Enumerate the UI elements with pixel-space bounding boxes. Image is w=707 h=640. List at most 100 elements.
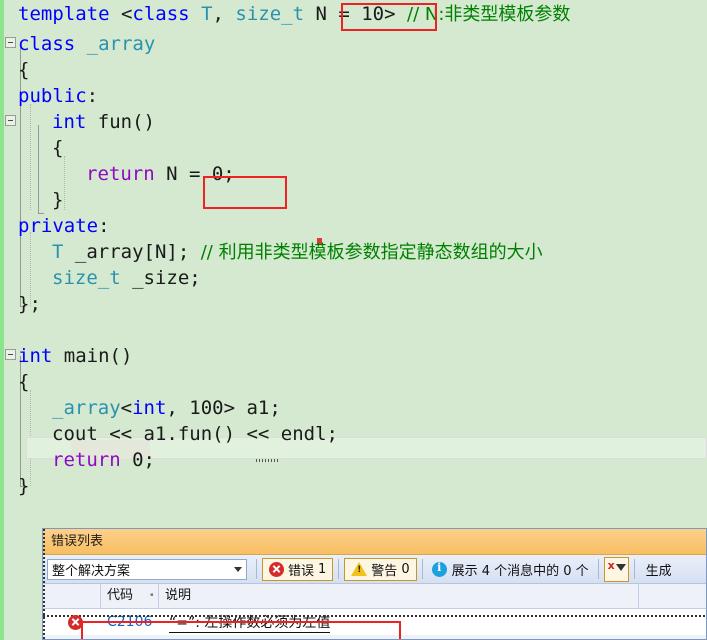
fold-guide-fun: [38, 125, 39, 213]
code-line: {: [18, 60, 29, 81]
code-token: {: [52, 137, 64, 159]
fold-end-fun: [38, 213, 44, 214]
code-token: T: [52, 241, 64, 263]
code-token: };: [18, 293, 41, 315]
code-line: int main(): [18, 346, 132, 367]
code-token: main: [63, 345, 110, 367]
code-line: class _array: [18, 34, 155, 55]
highlight-box-return-assign: [203, 176, 287, 209]
code-line: }: [18, 476, 29, 497]
column-header-code[interactable]: ⁌ 代码: [101, 584, 159, 608]
fold-toggle-fun[interactable]: [5, 115, 16, 126]
code-token: _size;: [120, 267, 201, 289]
code-token: }: [52, 189, 64, 211]
code-line: T _array[N]; // 利用非类型模板参数指定静态数组的大小: [52, 241, 543, 264]
error-list-toolbar[interactable]: 整个解决方案 错误 1 警告 0 展示 4 个消息中的 0 个 x 生成: [43, 555, 706, 584]
error-grid-header: ⁌ 代码 说明: [43, 584, 706, 609]
code-token: fun: [97, 111, 133, 133]
column-header-code-label: 代码: [107, 588, 134, 603]
column-header-description[interactable]: 说明: [159, 584, 639, 608]
code-token: return: [86, 163, 155, 185]
toolbar-separator-2: [338, 559, 340, 579]
code-line: cout << a1.fun() << endl;: [52, 424, 338, 445]
code-token: int: [52, 111, 87, 133]
highlight-box-template-param: [341, 3, 437, 31]
clear-filter-button[interactable]: x: [603, 556, 629, 582]
identifier-underline: [256, 459, 278, 462]
error-count-label: 错误: [288, 563, 315, 579]
warning-icon: [351, 562, 368, 576]
code-line: public:: [18, 86, 98, 107]
code-token: size_t: [235, 3, 305, 25]
code-token: class: [18, 33, 76, 55]
error-icon: [269, 561, 284, 577]
code-token: _array: [86, 33, 156, 55]
message-count-button[interactable]: 展示 4 个消息中的 0 个: [428, 560, 593, 579]
sort-indicator-icon: ⁌: [149, 591, 155, 601]
code-line: return 0;: [52, 450, 155, 471]
toolbar-separator-3: [421, 559, 423, 579]
code-line: private:: [18, 216, 110, 237]
chevron-down-icon: [234, 566, 242, 572]
code-token: public: [18, 85, 87, 107]
code-token: <: [120, 397, 133, 419]
code-line: };: [18, 294, 41, 315]
code-token: ,: [212, 3, 236, 25]
warning-count-label: 警告: [371, 563, 398, 579]
code-line: }: [52, 190, 63, 211]
code-token: :: [86, 85, 99, 107]
code-token: template: [18, 3, 110, 25]
scope-select[interactable]: 整个解决方案: [47, 558, 247, 580]
code-token: int: [18, 345, 53, 367]
fold-toggle-class[interactable]: [5, 37, 16, 48]
code-token: <: [109, 3, 133, 25]
build-filter-label[interactable]: 生成: [640, 560, 672, 579]
code-token: int: [132, 397, 167, 419]
fold-guide-class: [20, 44, 21, 306]
code-token: T: [201, 3, 213, 25]
error-count-button[interactable]: 错误 1: [262, 557, 334, 581]
code-token: , 100> a1;: [166, 397, 281, 419]
highlight-box-error-row: [81, 621, 401, 639]
code-token: // 利用非类型模板参数指定静态数组的大小: [200, 242, 543, 263]
code-token: (): [132, 111, 155, 133]
warning-count-button[interactable]: 警告 0: [344, 557, 417, 581]
warning-count-value: 0: [401, 561, 410, 577]
code-token: (): [109, 345, 133, 367]
error-list-panel[interactable]: 错误列表 整个解决方案 错误 1 警告 0 展示 4 个消息中的 0 个 x: [42, 528, 707, 640]
funnel-icon: [615, 563, 626, 571]
fold-toggle-main[interactable]: [5, 349, 16, 360]
code-token: private: [18, 215, 99, 237]
code-line: size_t _size;: [52, 268, 201, 289]
code-token: {: [18, 59, 30, 81]
indent-guide-1: [30, 104, 31, 210]
code-token: :: [98, 215, 110, 237]
error-count-value: 1: [318, 561, 327, 577]
column-header-severity[interactable]: [43, 584, 101, 608]
code-token: return: [52, 449, 121, 471]
code-token: cout << a1.: [52, 423, 178, 445]
toolbar-separator-4: [597, 559, 599, 579]
code-line: {: [18, 372, 29, 393]
toolbar-separator-1: [256, 559, 257, 579]
code-token: 0;: [120, 449, 155, 471]
code-token: size_t: [52, 267, 121, 289]
change-bar: [0, 0, 4, 640]
code-token: _array[N];: [63, 241, 201, 263]
clear-filter-icon: x: [607, 558, 615, 572]
info-icon: [431, 561, 447, 577]
scope-select-value: 整个解决方案: [52, 563, 131, 579]
message-count-label: 展示 4 个消息中的 0 个: [451, 563, 589, 579]
toolbar-separator-5: [633, 559, 635, 579]
code-token: class: [132, 3, 190, 25]
code-token: _array: [52, 397, 121, 419]
code-line: int fun(): [52, 112, 155, 133]
code-token: {: [18, 371, 30, 393]
code-token: () << endl;: [212, 423, 339, 445]
code-line: _array<int, 100> a1;: [52, 398, 281, 419]
indent-guide-4: [64, 156, 65, 210]
